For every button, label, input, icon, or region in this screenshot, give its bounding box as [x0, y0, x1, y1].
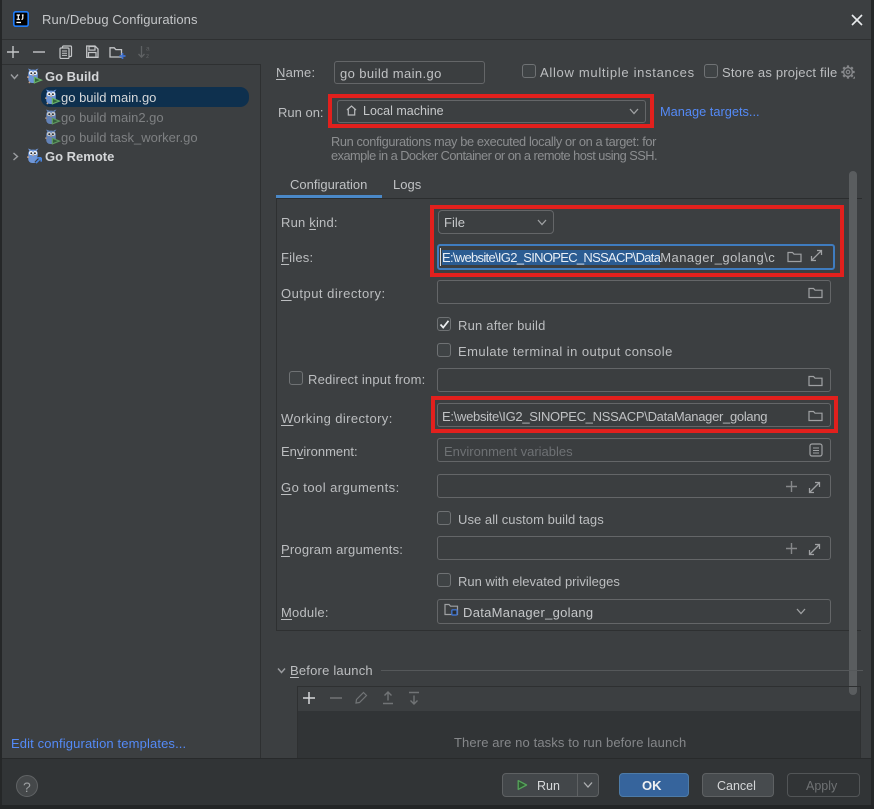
svg-text:a: a — [146, 46, 150, 53]
svg-text:z: z — [146, 53, 149, 60]
